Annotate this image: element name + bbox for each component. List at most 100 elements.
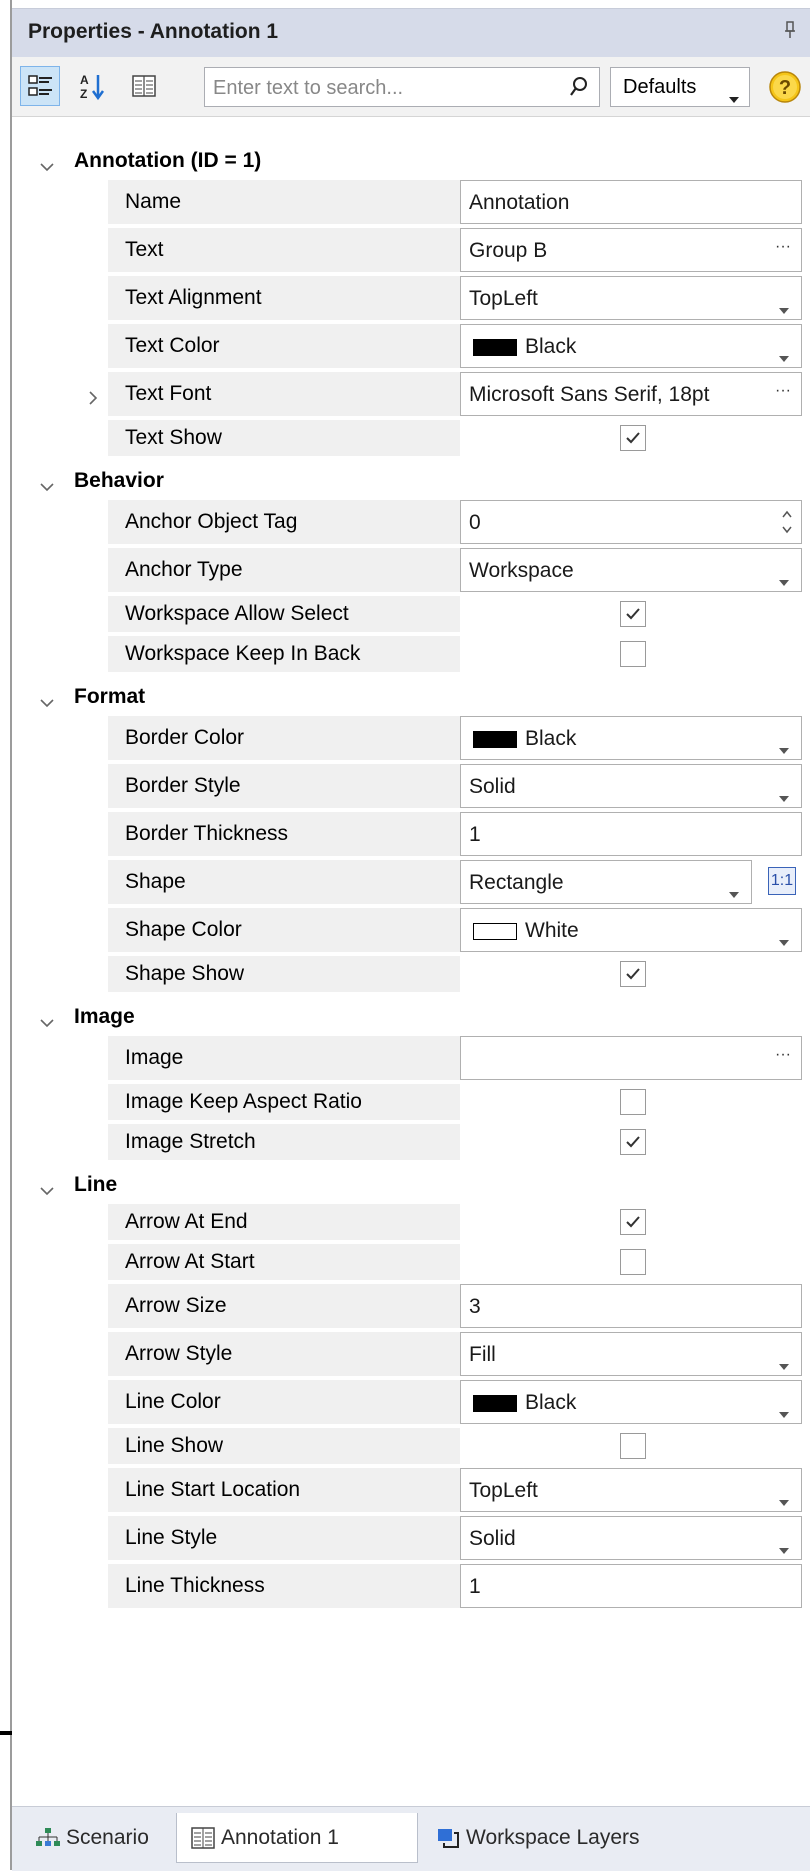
ellipsis-button[interactable]: ··· xyxy=(775,1046,791,1064)
property-value-field[interactable]: Group B ··· xyxy=(460,228,802,272)
property-row-line-start-location: Line Start Location TopLeft xyxy=(12,1468,810,1512)
dropdown-arrow-icon[interactable] xyxy=(779,736,789,760)
property-value-field[interactable]: 0 xyxy=(460,500,802,544)
ellipsis-button[interactable]: ··· xyxy=(775,382,791,400)
property-row-line-color: Line Color Black xyxy=(12,1380,810,1424)
ellipsis-button[interactable]: ··· xyxy=(775,238,791,256)
property-value-field[interactable]: Solid xyxy=(460,1516,802,1560)
property-checkbox[interactable] xyxy=(620,1433,646,1459)
search-box[interactable] xyxy=(204,67,600,107)
property-name: Text Font xyxy=(125,382,212,405)
property-value-field[interactable]: 3 xyxy=(460,1284,802,1328)
property-checkbox[interactable] xyxy=(620,961,646,987)
property-value: Solid xyxy=(469,775,516,798)
property-row-arrow-at-end: Arrow At End xyxy=(12,1204,810,1240)
property-value-field[interactable]: 1 xyxy=(460,812,802,856)
property-checkbox[interactable] xyxy=(620,601,646,627)
bottom-tabs: Scenario Annotation 1 Workspace Layers xyxy=(12,1806,810,1871)
property-value-field[interactable]: Black xyxy=(460,1380,802,1424)
property-value: Group B xyxy=(469,239,548,262)
dropdown-arrow-icon[interactable] xyxy=(779,568,789,592)
category-line[interactable]: Line xyxy=(12,1164,810,1204)
dropdown-arrow-icon[interactable] xyxy=(779,784,789,808)
property-value-field[interactable]: Black xyxy=(460,324,802,368)
dropdown-arrow-icon[interactable] xyxy=(779,344,789,368)
property-value-field[interactable]: TopLeft xyxy=(460,276,802,320)
property-row-image-keep-aspect-ratio: Image Keep Aspect Ratio xyxy=(12,1084,810,1120)
category-annotation-id-1[interactable]: Annotation (ID = 1) xyxy=(12,140,810,180)
property-value: Black xyxy=(525,727,577,750)
property-value-field[interactable]: Fill xyxy=(460,1332,802,1376)
chevron-right-icon[interactable] xyxy=(88,387,98,411)
dropdown-arrow-icon[interactable] xyxy=(779,1400,789,1424)
categorized-view-button[interactable] xyxy=(20,66,60,106)
property-value-field[interactable]: Solid xyxy=(460,764,802,808)
svg-text:?: ? xyxy=(779,77,791,99)
property-row-text-alignment: Text Alignment TopLeft xyxy=(12,276,810,320)
chevron-down-icon[interactable] xyxy=(40,690,54,714)
property-name: Shape Show xyxy=(125,962,245,985)
property-value: Rectangle xyxy=(469,871,564,894)
scenario-tree-icon xyxy=(36,1828,60,1846)
property-name: Image xyxy=(125,1046,184,1069)
property-checkbox[interactable] xyxy=(620,1249,646,1275)
chevron-down-icon[interactable] xyxy=(40,474,54,498)
property-name: Text Alignment xyxy=(125,286,262,309)
tab-scenario[interactable]: Scenario xyxy=(22,1813,172,1863)
color-swatch xyxy=(473,1395,517,1412)
property-row-arrow-style: Arrow Style Fill xyxy=(12,1332,810,1376)
dropdown-arrow-icon[interactable] xyxy=(779,296,789,320)
property-name: Arrow At End xyxy=(125,1210,248,1233)
property-value-field[interactable]: ··· xyxy=(460,1036,802,1080)
property-checkbox[interactable] xyxy=(620,641,646,667)
pin-icon[interactable] xyxy=(784,21,796,44)
help-button[interactable]: ? xyxy=(766,68,804,106)
properties-panel: Properties - Annotation 1 A Z Enter text… xyxy=(12,0,810,1871)
property-row-image: Image ··· xyxy=(12,1036,810,1080)
property-row-shape: Shape Rectangle 1:1 xyxy=(12,860,810,904)
dropdown-arrow-icon[interactable] xyxy=(779,1352,789,1376)
tab-workspace-layers[interactable]: Workspace Layers xyxy=(422,1813,672,1863)
dropdown-arrow-icon[interactable] xyxy=(779,1536,789,1560)
alphabetical-sort-button[interactable]: A Z xyxy=(72,66,112,106)
dropdown-arrow-icon[interactable] xyxy=(779,928,789,952)
defaults-dropdown[interactable]: Defaults xyxy=(610,67,750,107)
property-checkbox[interactable] xyxy=(620,425,646,451)
search-icon[interactable] xyxy=(569,76,589,104)
dropdown-arrow-icon[interactable] xyxy=(779,1488,789,1512)
property-value-field[interactable]: Annotation xyxy=(460,180,802,224)
property-checkbox[interactable] xyxy=(620,1089,646,1115)
property-value: 0 xyxy=(469,511,481,534)
chevron-down-icon[interactable] xyxy=(40,1178,54,1202)
spin-buttons-icon[interactable] xyxy=(781,507,793,543)
property-value-field[interactable]: TopLeft xyxy=(460,1468,802,1512)
property-value-field[interactable]: White xyxy=(460,908,802,952)
property-row-workspace-allow-select: Workspace Allow Select xyxy=(12,596,810,632)
color-swatch xyxy=(473,923,517,940)
property-value-field[interactable]: Black xyxy=(460,716,802,760)
property-pages-button[interactable] xyxy=(124,66,164,106)
category-image[interactable]: Image xyxy=(12,996,810,1036)
aspect-ratio-button[interactable]: 1:1 xyxy=(768,867,796,895)
tab-annotation-1[interactable]: Annotation 1 xyxy=(176,1813,418,1863)
property-row-text-color: Text Color Black xyxy=(12,324,810,368)
property-value-field[interactable]: Rectangle xyxy=(460,860,752,904)
property-value-field[interactable]: Microsoft Sans Serif, 18pt ··· xyxy=(460,372,802,416)
property-name: Border Color xyxy=(125,726,245,749)
property-value: Microsoft Sans Serif, 18pt xyxy=(469,383,710,406)
tab-annotation-1-label: Annotation 1 xyxy=(221,1826,339,1849)
category-label: Line xyxy=(74,1173,118,1196)
dropdown-arrow-icon[interactable] xyxy=(729,880,739,904)
chevron-down-icon[interactable] xyxy=(40,154,54,178)
category-format[interactable]: Format xyxy=(12,676,810,716)
property-value-field[interactable]: Workspace xyxy=(460,548,802,592)
property-name: Shape Color xyxy=(125,918,242,941)
chevron-down-icon[interactable] xyxy=(40,1010,54,1034)
property-value: 3 xyxy=(469,1295,481,1318)
property-checkbox[interactable] xyxy=(620,1209,646,1235)
search-input[interactable] xyxy=(211,74,555,102)
property-checkbox[interactable] xyxy=(620,1129,646,1155)
property-value-field[interactable]: 1 xyxy=(460,1564,802,1608)
property-name: Border Style xyxy=(125,774,241,797)
category-behavior[interactable]: Behavior xyxy=(12,460,810,500)
